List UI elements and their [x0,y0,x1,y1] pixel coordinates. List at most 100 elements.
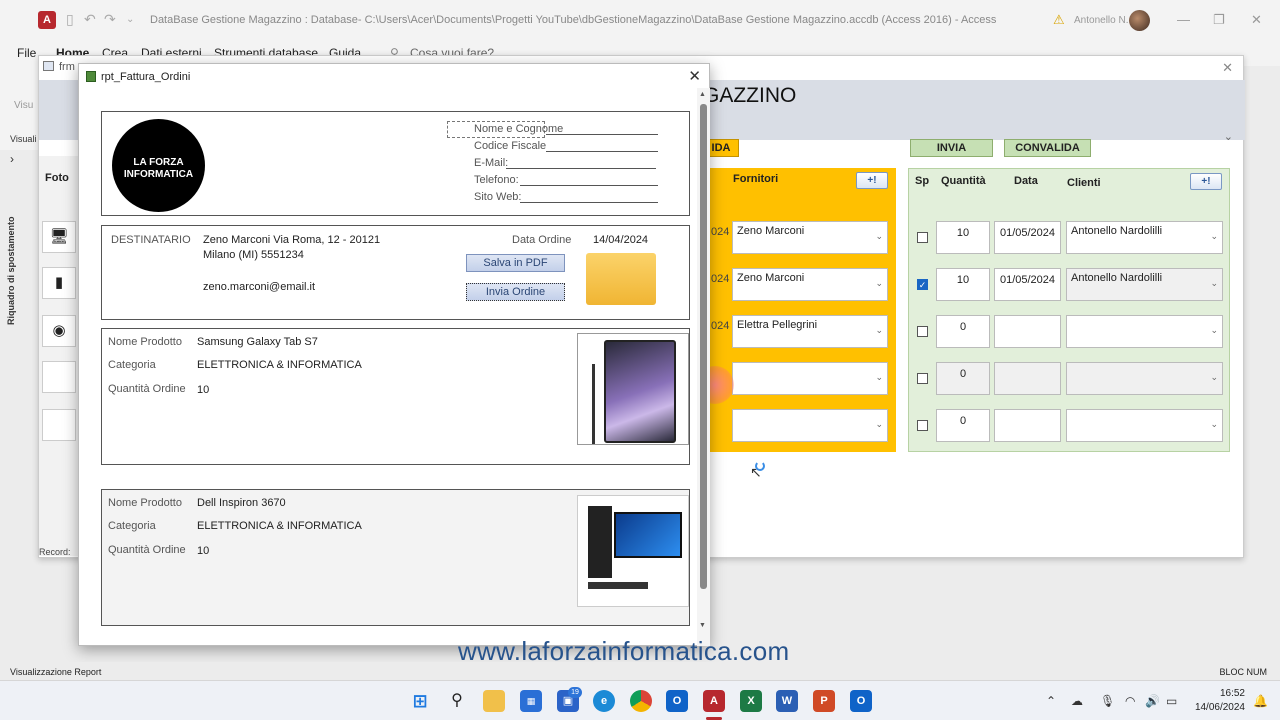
report-scrollbar-thumb[interactable] [700,104,707,589]
customize-toolbar-icon[interactable]: ⌄ [126,14,134,25]
undo-icon[interactable]: ↶ [84,11,96,28]
edge-browser-icon[interactable]: e [593,690,615,712]
ribbon-collapse-icon[interactable]: ⌄ [1224,130,1233,143]
chevron-down-icon[interactable]: ⌄ [875,372,883,383]
product-thumb-empty[interactable] [42,409,76,441]
data-field[interactable] [994,362,1061,395]
form-tab-title[interactable]: frm [59,61,75,73]
product-thumb-tablet[interactable]: ▮ [42,267,76,299]
maximize-icon[interactable]: ❐ [1213,12,1225,28]
codice-fiscale-label: Codice Fiscale [474,140,547,152]
expand-chevron-icon[interactable]: › [10,152,14,166]
view-button-label[interactable]: Visu [14,100,33,111]
fornitore-combo[interactable]: ⌄ [732,362,888,395]
data-field[interactable]: 01/05/2024 [994,221,1061,254]
microphone-icon[interactable]: 🎙 [1100,694,1115,708]
outlook-icon[interactable]: O [666,690,688,712]
product-thumb-device[interactable]: ◉ [42,315,76,347]
chrome-browser-icon[interactable] [630,690,652,712]
ribbon-panel: Visu Visuali [0,66,40,150]
product-section-2: Nome Prodotto Dell Inspiron 3670 Categor… [101,489,690,626]
folder-icon[interactable] [586,253,656,305]
fornitore-combo[interactable]: ⌄ [732,409,888,442]
notification-badge: 19 [568,687,582,698]
quantita-field[interactable]: 10 [936,221,990,254]
sp-checkbox[interactable] [917,373,928,384]
fornitore-combo[interactable]: Elettra Pellegrini ⌄ [732,315,888,348]
save-icon[interactable]: ▯ [66,11,74,28]
cliente-combo[interactable]: Antonello Nardolilli ⌄ [1066,221,1223,254]
send-order-button[interactable]: Invia Ordine [466,283,565,301]
access-taskbar-icon[interactable]: A [703,690,725,712]
navigation-pane[interactable]: › Riquadro di spostamento [0,150,30,660]
chevron-down-icon[interactable]: ⌄ [875,278,883,289]
search-icon[interactable]: ⚲ [446,690,468,712]
close-icon[interactable]: ✕ [1251,12,1262,28]
cliente-value: Antonello Nardolilli [1071,272,1163,284]
title-bar: A ▯ ↶ ↷ ⌄ DataBase Gestione Magazzino : … [0,0,1280,40]
chevron-down-icon[interactable]: ⌄ [1210,278,1218,289]
quantita-field[interactable]: 0 [936,409,990,442]
fornitore-combo[interactable]: Zeno Marconi ⌄ [732,268,888,301]
quantita-field[interactable]: 0 [936,362,990,395]
minimize-icon[interactable]: — [1177,12,1190,27]
clock-date[interactable]: 14/06/2024 [1187,702,1245,713]
logo-text: LA FORZA INFORMATICA [123,157,194,180]
volume-icon[interactable]: 🔊 [1145,694,1160,708]
tray-overflow-icon[interactable]: ⌃ [1046,694,1056,708]
warning-icon[interactable]: ⚠ [1053,12,1065,28]
clock-time[interactable]: 16:52 [1195,688,1245,699]
data-field[interactable] [994,409,1061,442]
chevron-down-icon[interactable]: ⌄ [875,231,883,242]
product-thumb-empty[interactable] [42,361,76,393]
cliente-combo[interactable]: ⌄ [1066,315,1223,348]
sp-checkbox[interactable]: ✓ [917,279,928,290]
redo-icon[interactable]: ↷ [104,11,116,28]
menu-file[interactable]: File [17,46,36,60]
report-close-icon[interactable]: ✕ [688,67,701,85]
file-explorer-icon[interactable] [483,690,505,712]
pc-tower-illustration [588,506,612,578]
scroll-down-icon[interactable]: ▼ [699,622,706,629]
chevron-down-icon[interactable]: ⌄ [1210,325,1218,336]
chevron-down-icon[interactable]: ⌄ [875,419,883,430]
email-label: E-Mail: [474,157,509,169]
add-fornitore-button[interactable]: +! [856,172,888,189]
add-cliente-button[interactable]: +! [1190,173,1222,190]
notifications-icon[interactable]: 🔔 [1253,694,1268,708]
excel-icon[interactable]: X [740,690,762,712]
sp-checkbox[interactable] [917,420,928,431]
invia-button[interactable]: INVIA [910,139,993,157]
user-name[interactable]: Antonello N. [1074,15,1128,26]
powerpoint-icon[interactable]: P [813,690,835,712]
outlook-new-icon[interactable]: O [850,690,872,712]
header-quantita: Quantità [941,175,986,187]
wifi-icon[interactable]: ◠ [1125,694,1135,708]
cliente-combo[interactable]: ⌄ [1066,409,1223,442]
busy-spinner-icon [755,461,765,471]
product-thumb-monitor[interactable]: 🖥 [42,221,76,253]
store-icon[interactable]: ▦ [520,690,542,712]
cliente-combo[interactable]: ⌄ [1066,362,1223,395]
windows-start-icon[interactable]: ⊞ [409,690,431,712]
quantita-field[interactable]: 0 [936,315,990,348]
battery-icon[interactable]: ▭ [1166,694,1177,708]
quantita-field[interactable]: 10 [936,268,990,301]
word-icon[interactable]: W [776,690,798,712]
cliente-combo[interactable]: Antonello Nardolilli ⌄ [1066,268,1223,301]
chevron-down-icon[interactable]: ⌄ [1210,372,1218,383]
data-field[interactable] [994,315,1061,348]
chevron-down-icon[interactable]: ⌄ [1210,419,1218,430]
convalida-button[interactable]: CONVALIDA [1004,139,1091,157]
sp-checkbox[interactable] [917,232,928,243]
chevron-down-icon[interactable]: ⌄ [1210,231,1218,242]
onedrive-icon[interactable]: ☁ [1071,694,1083,708]
data-field[interactable]: 01/05/2024 [994,268,1061,301]
sp-checkbox[interactable] [917,326,928,337]
chevron-down-icon[interactable]: ⌄ [875,325,883,336]
fornitore-combo[interactable]: Zeno Marconi ⌄ [732,221,888,254]
form-close-icon[interactable]: ✕ [1222,60,1233,76]
avatar[interactable] [1129,10,1150,31]
save-pdf-button[interactable]: Salva in PDF [466,254,565,272]
scroll-up-icon[interactable]: ▲ [699,91,706,98]
